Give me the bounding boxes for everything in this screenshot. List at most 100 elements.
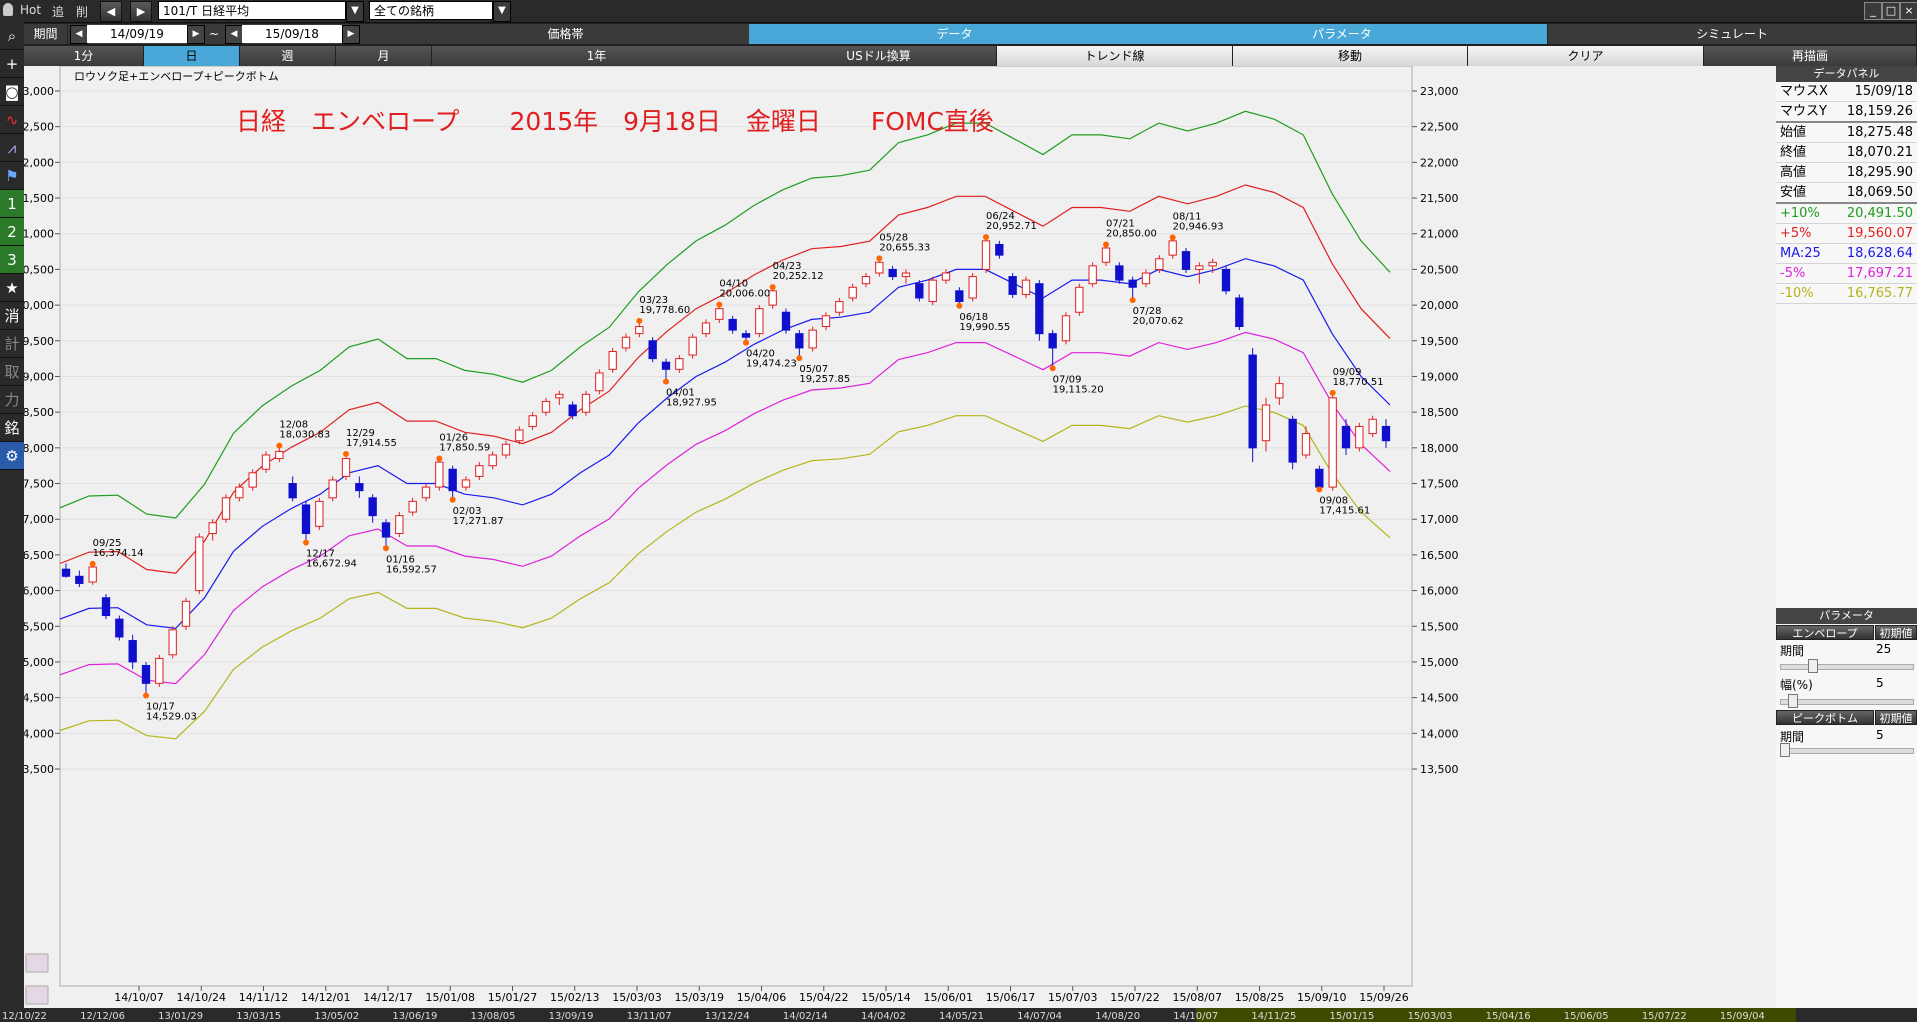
add-button[interactable]: 追 (52, 3, 64, 20)
maximize-icon[interactable]: □ (1882, 2, 1900, 20)
close-icon[interactable]: × (1900, 2, 1917, 20)
overview-strip[interactable]: 12/10/22 12/12/06 13/01/29 13/03/15 13/05/02… (0, 1008, 1917, 1022)
reset-peak-button[interactable]: 初期値 (1875, 710, 1917, 725)
candle-body (1088, 265, 1097, 285)
env-width-slider[interactable] (1780, 699, 1914, 705)
overview-tick-label: 13/03/15 (236, 1011, 281, 1022)
y-tick-label: 22,500 (24, 121, 54, 134)
prev-arrow-icon[interactable]: ◀ (225, 25, 243, 44)
candle-body (195, 536, 204, 592)
prev-arrow-icon[interactable]: ◀ (100, 1, 122, 22)
hot-button[interactable]: Hot (20, 3, 41, 17)
x-tick-label: 14/12/01 (301, 991, 350, 1004)
chart-mini-icon (25, 953, 49, 973)
gear-icon[interactable]: ⚙ (0, 442, 24, 470)
candle-body (1328, 397, 1337, 488)
stock-filter-select[interactable]: 全ての銘柄 (369, 1, 493, 20)
clear-button[interactable]: クリア (1468, 46, 1704, 66)
next-arrow-icon[interactable]: ▶ (187, 25, 205, 44)
chart-area[interactable]: 23,000 23,000 22,500 22,500 22,000 22,000 21,5… (24, 66, 1776, 1022)
price-band-button[interactable]: 価格帯 (360, 24, 772, 44)
close-row: 終値 18,070.21 (1776, 143, 1917, 163)
search-icon[interactable]: ⌕ (0, 22, 24, 50)
reset-envelope-button[interactable]: 初期値 (1875, 625, 1917, 640)
slider-knob[interactable] (1780, 743, 1790, 757)
preset-1-button[interactable]: 1 (0, 190, 24, 218)
candle-body (928, 279, 937, 303)
fetch-button[interactable]: 取 (0, 358, 24, 386)
slider-knob[interactable] (1788, 694, 1798, 708)
preset-2-button[interactable]: 2 (0, 218, 24, 246)
envelope-button[interactable]: エンベロープ (1776, 625, 1874, 640)
delete-button[interactable]: 削 (76, 3, 88, 20)
candle-body (141, 665, 151, 684)
peak-marker (1103, 241, 1109, 248)
lightbulb-icon[interactable] (3, 3, 13, 16)
candle-body (795, 333, 804, 349)
crosshair-icon[interactable]: + (0, 50, 24, 78)
redraw-button[interactable]: 再描画 (1704, 46, 1917, 66)
y-tick-label: 17,500 (24, 478, 54, 491)
peak-bottom-button[interactable]: ピークボトム (1776, 710, 1874, 725)
erase-button[interactable]: 消 (0, 302, 24, 330)
slider-knob[interactable] (1808, 659, 1818, 673)
preset-3-button[interactable]: 3 (0, 246, 24, 274)
candle-body (328, 479, 337, 499)
overview-tick-label: 14/04/02 (861, 1011, 906, 1022)
candle-body (915, 283, 924, 299)
symbol-field[interactable]: 101/T 日経平均 (158, 1, 346, 20)
x-tick-label: 15/01/08 (426, 991, 475, 1004)
chevron-down-icon[interactable]: ▼ (346, 1, 364, 22)
y-tick-label: 18,000 (24, 442, 54, 455)
minus10-row: -10% 16,765.77 (1776, 284, 1917, 304)
y-tick-label: 16,000 (1420, 585, 1459, 598)
x-tick-label: 14/10/24 (177, 991, 226, 1004)
trend-line-button[interactable]: トレンド線 (997, 46, 1233, 66)
candle-body (1101, 247, 1111, 263)
candle-body (1341, 425, 1351, 449)
next-arrow-icon[interactable]: ▶ (342, 25, 360, 44)
interval-day-button[interactable]: 日 (144, 46, 240, 66)
period-from-field[interactable]: 14/09/19 (87, 25, 187, 43)
high-row: 高値 18,295.90 (1776, 163, 1917, 183)
x-tick-label: 15/09/26 (1359, 991, 1408, 1004)
tab-data[interactable]: データ (749, 24, 1161, 44)
y-tick-label: 18,500 (24, 406, 54, 419)
plus5-row: +5% 19,560.07 (1776, 224, 1917, 244)
y-tick-label: 15,500 (1420, 620, 1459, 633)
interval-month-button[interactable]: 月 (336, 46, 432, 66)
peak-value-label: 20,952.71 (986, 221, 1037, 232)
candle-body (1021, 279, 1031, 295)
y-tick-label: 16,000 (24, 585, 54, 598)
interval-1min-button[interactable]: 1分 (24, 46, 144, 66)
x-tick-label: 14/10/07 (114, 991, 163, 1004)
flag-icon[interactable]: ⚑ (0, 162, 24, 190)
tab-simulate[interactable]: シミュレート (1548, 24, 1917, 44)
x-tick-label: 15/07/03 (1048, 991, 1097, 1004)
interval-week-button[interactable]: 週 (240, 46, 336, 66)
next-arrow-icon[interactable]: ▶ (130, 1, 152, 22)
calc-button[interactable]: 計 (0, 330, 24, 358)
move-button[interactable]: 移動 (1233, 46, 1468, 66)
candle-body (1275, 383, 1284, 399)
symbol-button[interactable]: 銘 (0, 414, 24, 442)
interval-year-button[interactable]: 1年 (432, 46, 762, 66)
input-button[interactable]: 力 (0, 386, 24, 414)
camera-icon[interactable]: ◙ (0, 78, 24, 106)
usd-convert-button[interactable]: USドル換算 (761, 46, 997, 66)
candle-body (1075, 286, 1084, 313)
overview-tick-label: 12/12/06 (80, 1011, 125, 1022)
line-chart-icon[interactable]: ∿ (0, 106, 24, 134)
tab-parameters[interactable]: パラメータ (1137, 24, 1548, 44)
overview-tick-label: 14/08/20 (1095, 1011, 1140, 1022)
prev-arrow-icon[interactable]: ◀ (70, 25, 88, 44)
peak-value-label: 17,914.55 (346, 438, 397, 449)
minimize-icon[interactable]: _ (1864, 2, 1882, 20)
peak-value-label: 19,474.23 (746, 359, 797, 370)
star-icon[interactable]: ★ (0, 274, 24, 302)
env-period-slider[interactable] (1780, 664, 1914, 670)
chevron-down-icon[interactable]: ▼ (493, 1, 511, 22)
period-to-field[interactable]: 15/09/18 (242, 25, 342, 43)
pb-period-slider[interactable] (1780, 748, 1914, 754)
trend-chart-icon[interactable]: ⩘ (0, 134, 24, 162)
